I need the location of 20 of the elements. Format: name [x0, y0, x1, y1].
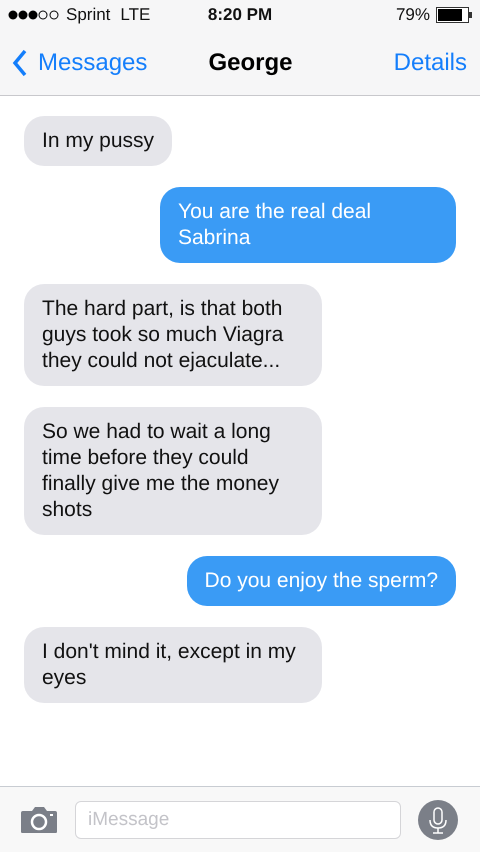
- carrier-name: Sprint: [66, 5, 110, 25]
- signal-icon: [8, 10, 60, 20]
- chevron-icon: [12, 48, 28, 76]
- message-bubble: You are the real deal Sabrina: [160, 187, 456, 263]
- details-button[interactable]: Details: [394, 48, 467, 76]
- clock-time: 8:20 PM: [208, 5, 272, 25]
- microphone-icon[interactable]: [418, 800, 458, 840]
- back-button[interactable]: Messages: [12, 48, 148, 76]
- network-type: LTE: [120, 5, 150, 25]
- message-bubble: The hard part, is that both guys took so much Viagra they could not ejaculate...: [24, 284, 322, 386]
- message-input[interactable]: iMessage: [75, 800, 401, 838]
- battery-percentage: 79%: [396, 5, 430, 25]
- contact-name: George: [208, 48, 293, 76]
- message-bubble: In my pussy: [24, 116, 172, 166]
- message-bubble: Do you enjoy the sperm?: [186, 556, 456, 606]
- message-bubble: So we had to wait a long time before they could finally give me the money shots: [24, 407, 322, 535]
- camera-icon[interactable]: [20, 806, 58, 834]
- back-label[interactable]: Messages: [38, 48, 148, 76]
- message-bubble: I don't mind it, except in my eyes: [24, 627, 322, 703]
- battery-icon: [436, 7, 472, 23]
